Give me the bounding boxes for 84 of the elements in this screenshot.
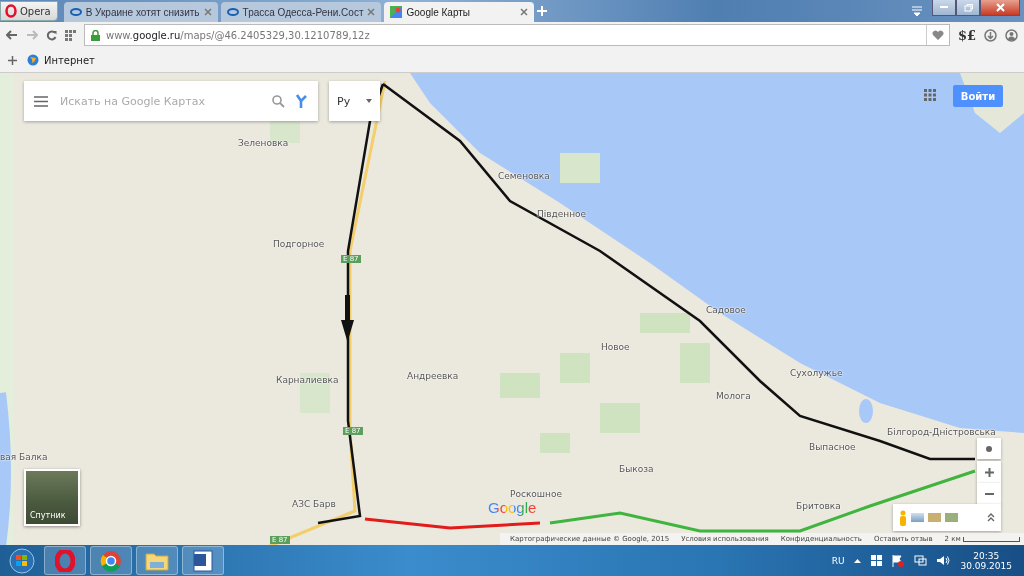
tab-title: В Украине хотят снизить — [85, 6, 200, 18]
search-icon[interactable] — [272, 94, 285, 108]
minimize-button[interactable] — [932, 0, 956, 16]
imagery-thumbnail[interactable] — [928, 513, 941, 522]
address-field[interactable]: www.google.ru/maps/@46.2405329,30.1210789,12z — [84, 24, 950, 46]
reload-icon[interactable] — [46, 29, 57, 41]
account-icon[interactable] — [1005, 28, 1018, 42]
close-icon[interactable] — [367, 8, 376, 16]
currency-extension[interactable]: $£ — [957, 27, 976, 43]
close-button[interactable] — [980, 0, 1020, 16]
taskbar-app-button[interactable] — [90, 546, 132, 575]
opera-icon — [55, 549, 75, 572]
map-drawing[interactable] — [0, 73, 1024, 545]
apps-grid-icon[interactable] — [924, 89, 936, 101]
satellite-toggle[interactable]: Спутник — [24, 469, 80, 526]
plus-icon — [984, 467, 994, 477]
restore-button[interactable] — [956, 0, 980, 16]
network-icon[interactable] — [914, 555, 928, 566]
eye-icon — [69, 8, 82, 16]
place-label: АЗС Барв — [292, 499, 336, 509]
place-label: Зеленовка — [238, 138, 289, 148]
browser-tab[interactable]: В Украине хотят снизить — [63, 2, 218, 22]
document-icon — [193, 549, 213, 572]
caret-up-icon[interactable] — [854, 558, 862, 563]
download-icon[interactable] — [984, 28, 997, 42]
close-icon — [995, 3, 1005, 12]
browser-tab[interactable]: Трасса Одесса-Рени.Сост — [220, 2, 382, 22]
globe-icon — [27, 54, 39, 66]
zoom-in-button[interactable] — [977, 461, 1001, 483]
plus-icon[interactable] — [8, 55, 17, 65]
place-label: Білгород-Дністровська — [887, 427, 996, 437]
windows-flag-icon[interactable] — [871, 555, 883, 566]
target-icon — [985, 444, 993, 453]
close-icon[interactable] — [520, 8, 529, 16]
url-text: www.google.ru/maps/@46.2405329,30.1210789,12z — [106, 29, 370, 41]
place-label: Садовое — [706, 305, 746, 315]
language-dropdown[interactable]: Ру — [329, 81, 380, 121]
speed-dial-icon[interactable] — [65, 29, 76, 41]
clock[interactable]: 20:35 30.09.2015 — [960, 550, 1012, 571]
zoom-out-button[interactable] — [977, 483, 1001, 505]
bookmark-item[interactable]: Интернет — [27, 54, 95, 66]
imagery-thumbnail[interactable] — [945, 513, 958, 522]
place-label: Роскошное — [510, 489, 562, 499]
taskbar-app-button[interactable] — [182, 546, 224, 575]
caret-icon — [366, 99, 372, 103]
opera-icon — [5, 4, 17, 18]
restore-icon — [963, 3, 973, 12]
place-label: Семеновка — [498, 171, 550, 181]
place-label: Південное — [537, 209, 587, 219]
imagery-thumbnail[interactable] — [911, 513, 924, 522]
place-label: Бритовка — [796, 501, 841, 511]
minimize-icon — [940, 6, 948, 9]
close-icon[interactable] — [203, 8, 212, 16]
place-label: Сухолужье — [790, 368, 843, 378]
menu-icon[interactable] — [34, 95, 48, 107]
minus-icon — [984, 493, 994, 495]
keyboard-language[interactable]: RU — [831, 555, 845, 566]
new-tab-icon[interactable] — [537, 6, 548, 16]
speaker-icon[interactable] — [937, 555, 951, 566]
action-center-flag-icon[interactable] — [892, 554, 905, 567]
place-label: Выпасное — [809, 442, 856, 452]
eye-icon — [226, 8, 239, 16]
place-label: вая Балка — [0, 452, 48, 462]
place-label: Новое — [601, 342, 630, 352]
tab-title: Трасса Одесса-Рени.Сост — [242, 6, 364, 18]
lock-icon — [91, 29, 100, 41]
clock-date: 30.09.2015 — [960, 560, 1012, 571]
tab-menu-icon[interactable] — [912, 6, 922, 16]
browser-tab[interactable]: Google Карты — [384, 2, 535, 22]
place-label: Быкоза — [619, 464, 654, 474]
place-label: Молога — [716, 391, 751, 401]
chrome-icon — [100, 549, 122, 572]
place-label: Андреевка — [407, 371, 459, 381]
opera-menu-button[interactable]: Opera — [0, 1, 58, 21]
back-icon[interactable] — [6, 30, 18, 40]
clock-time: 20:35 — [973, 550, 1000, 561]
locate-button[interactable] — [977, 438, 1001, 459]
directions-icon[interactable] — [295, 94, 308, 108]
chevron-up-icon[interactable] — [987, 513, 995, 522]
tab-title: Google Карты — [406, 6, 471, 18]
folder-icon — [145, 550, 169, 571]
search-box[interactable]: Искать на Google Картах — [24, 81, 318, 121]
place-label: Карналиевка — [276, 375, 339, 385]
place-label: Подгорное — [273, 239, 325, 249]
